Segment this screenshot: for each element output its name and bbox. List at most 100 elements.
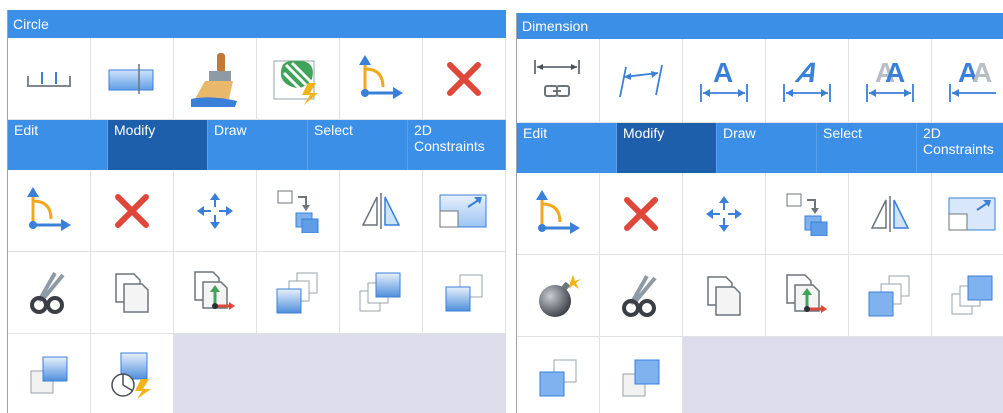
tool-row-2 <box>517 255 1003 337</box>
dimension-text-oblique-button[interactable]: A <box>766 39 849 123</box>
hatch-edit-icon <box>273 60 318 105</box>
copy-icon <box>707 275 741 316</box>
tab-bar: Edit Modify Draw Select 2D Constraints <box>517 123 1003 173</box>
scissors-button[interactable] <box>600 255 683 337</box>
circle-panel: Circle Edit Modify Draw Select 2D Constr… <box>7 10 506 413</box>
scissors-icon <box>622 274 657 317</box>
scale-button[interactable] <box>932 173 1003 255</box>
bring-forward-button[interactable] <box>8 334 91 413</box>
send-backward-button[interactable] <box>423 252 506 334</box>
svg-text:A: A <box>792 57 822 88</box>
delete-button[interactable] <box>600 173 683 255</box>
paintbrush-icon <box>191 52 237 107</box>
send-to-back-button[interactable] <box>257 252 340 334</box>
copy-to-button[interactable] <box>766 173 849 255</box>
send-backward-button[interactable] <box>517 337 600 413</box>
tab-draw[interactable]: Draw <box>208 120 308 170</box>
bring-to-front-icon <box>951 275 993 314</box>
bring-to-front-button[interactable] <box>340 252 423 334</box>
dimension-text-caps-button[interactable]: A A <box>932 39 1003 123</box>
svg-text:A: A <box>713 57 733 88</box>
circle-quick-edit-button[interactable] <box>91 334 174 413</box>
move-gizmo-button[interactable] <box>340 38 423 120</box>
delete-icon <box>624 196 658 231</box>
dimension-text-icon: A <box>700 57 748 102</box>
tool-row-2 <box>8 252 506 334</box>
explode-button[interactable] <box>517 255 600 337</box>
tab-bar: Edit Modify Draw Select 2D Constraints <box>8 120 506 170</box>
aligned-dimension-icon <box>619 64 663 97</box>
tab-modify[interactable]: Modify <box>108 120 208 170</box>
scissors-icon <box>30 271 65 314</box>
aligned-dimension-button[interactable] <box>600 39 683 123</box>
tab-select[interactable]: Select <box>308 120 408 170</box>
move-icon <box>706 195 742 232</box>
ortho-dimension-icon <box>27 71 71 87</box>
tab-select[interactable]: Select <box>817 123 917 173</box>
mirror-icon <box>361 192 401 229</box>
move-gizmo-icon <box>359 54 403 99</box>
tool-row-1 <box>517 173 1003 255</box>
delete-button[interactable] <box>423 38 506 120</box>
move-icon <box>197 192 233 229</box>
copy-to-icon <box>277 190 319 233</box>
move-button[interactable] <box>174 170 257 252</box>
send-backward-icon <box>539 359 577 396</box>
svg-text:A: A <box>972 57 992 88</box>
top-toolbar <box>8 38 506 120</box>
move-gizmo-icon <box>27 186 71 231</box>
paintbrush-button[interactable] <box>174 38 257 120</box>
send-to-back-icon <box>276 272 318 313</box>
delete-button[interactable] <box>91 170 174 252</box>
copy-button[interactable] <box>91 252 174 334</box>
hatch-edit-button[interactable] <box>257 38 340 120</box>
paste-icon <box>194 270 235 310</box>
copy-button[interactable] <box>683 255 766 337</box>
linked-dimension-button[interactable] <box>517 39 600 123</box>
circle-quick-edit-icon <box>111 352 151 399</box>
mirror-icon <box>870 195 910 232</box>
top-toolbar: A A A A A A <box>517 39 1003 123</box>
delete-icon <box>115 193 149 228</box>
send-to-back-button[interactable] <box>849 255 932 337</box>
move-gizmo-button[interactable] <box>8 170 91 252</box>
bring-to-front-icon <box>359 272 401 311</box>
tab-edit[interactable]: Edit <box>8 120 108 170</box>
tool-row-3 <box>8 334 506 413</box>
mirror-button[interactable] <box>340 170 423 252</box>
copy-to-button[interactable] <box>257 170 340 252</box>
ortho-dimension-button[interactable] <box>8 38 91 120</box>
tab-2d-constraints[interactable]: 2D Constraints <box>917 123 1003 173</box>
move-button[interactable] <box>683 173 766 255</box>
boundary-box-icon <box>108 63 154 94</box>
move-gizmo-icon <box>536 189 580 234</box>
dimension-text-oblique-icon: A <box>783 57 831 102</box>
boundary-box-button[interactable] <box>91 38 174 120</box>
scale-button[interactable] <box>423 170 506 252</box>
mirror-button[interactable] <box>849 173 932 255</box>
tab-edit[interactable]: Edit <box>517 123 617 173</box>
dimension-text-button[interactable]: A <box>683 39 766 123</box>
bring-forward-icon <box>622 359 660 396</box>
tab-2d-constraints[interactable]: 2D Constraints <box>408 120 506 170</box>
tab-draw[interactable]: Draw <box>717 123 817 173</box>
dimension-text-gray-button[interactable]: A A <box>849 39 932 123</box>
move-gizmo-button[interactable] <box>517 173 600 255</box>
dimension-text-gray-icon: A A <box>866 57 914 102</box>
scissors-button[interactable] <box>8 252 91 334</box>
send-backward-icon <box>445 274 483 311</box>
paste-icon <box>786 273 827 313</box>
paste-button[interactable] <box>174 252 257 334</box>
svg-text:A: A <box>885 57 905 88</box>
linked-dimension-icon <box>534 59 580 97</box>
dimension-text-caps-icon: A A <box>949 57 996 102</box>
copy-to-icon <box>786 193 828 236</box>
panel-title: Dimension <box>517 13 1003 39</box>
bring-to-front-button[interactable] <box>932 255 1003 337</box>
tab-modify[interactable]: Modify <box>617 123 717 173</box>
send-to-back-icon <box>868 275 910 316</box>
explode-icon <box>539 274 581 317</box>
bring-forward-button[interactable] <box>600 337 683 413</box>
paste-button[interactable] <box>766 255 849 337</box>
tool-row-3 <box>517 337 1003 413</box>
